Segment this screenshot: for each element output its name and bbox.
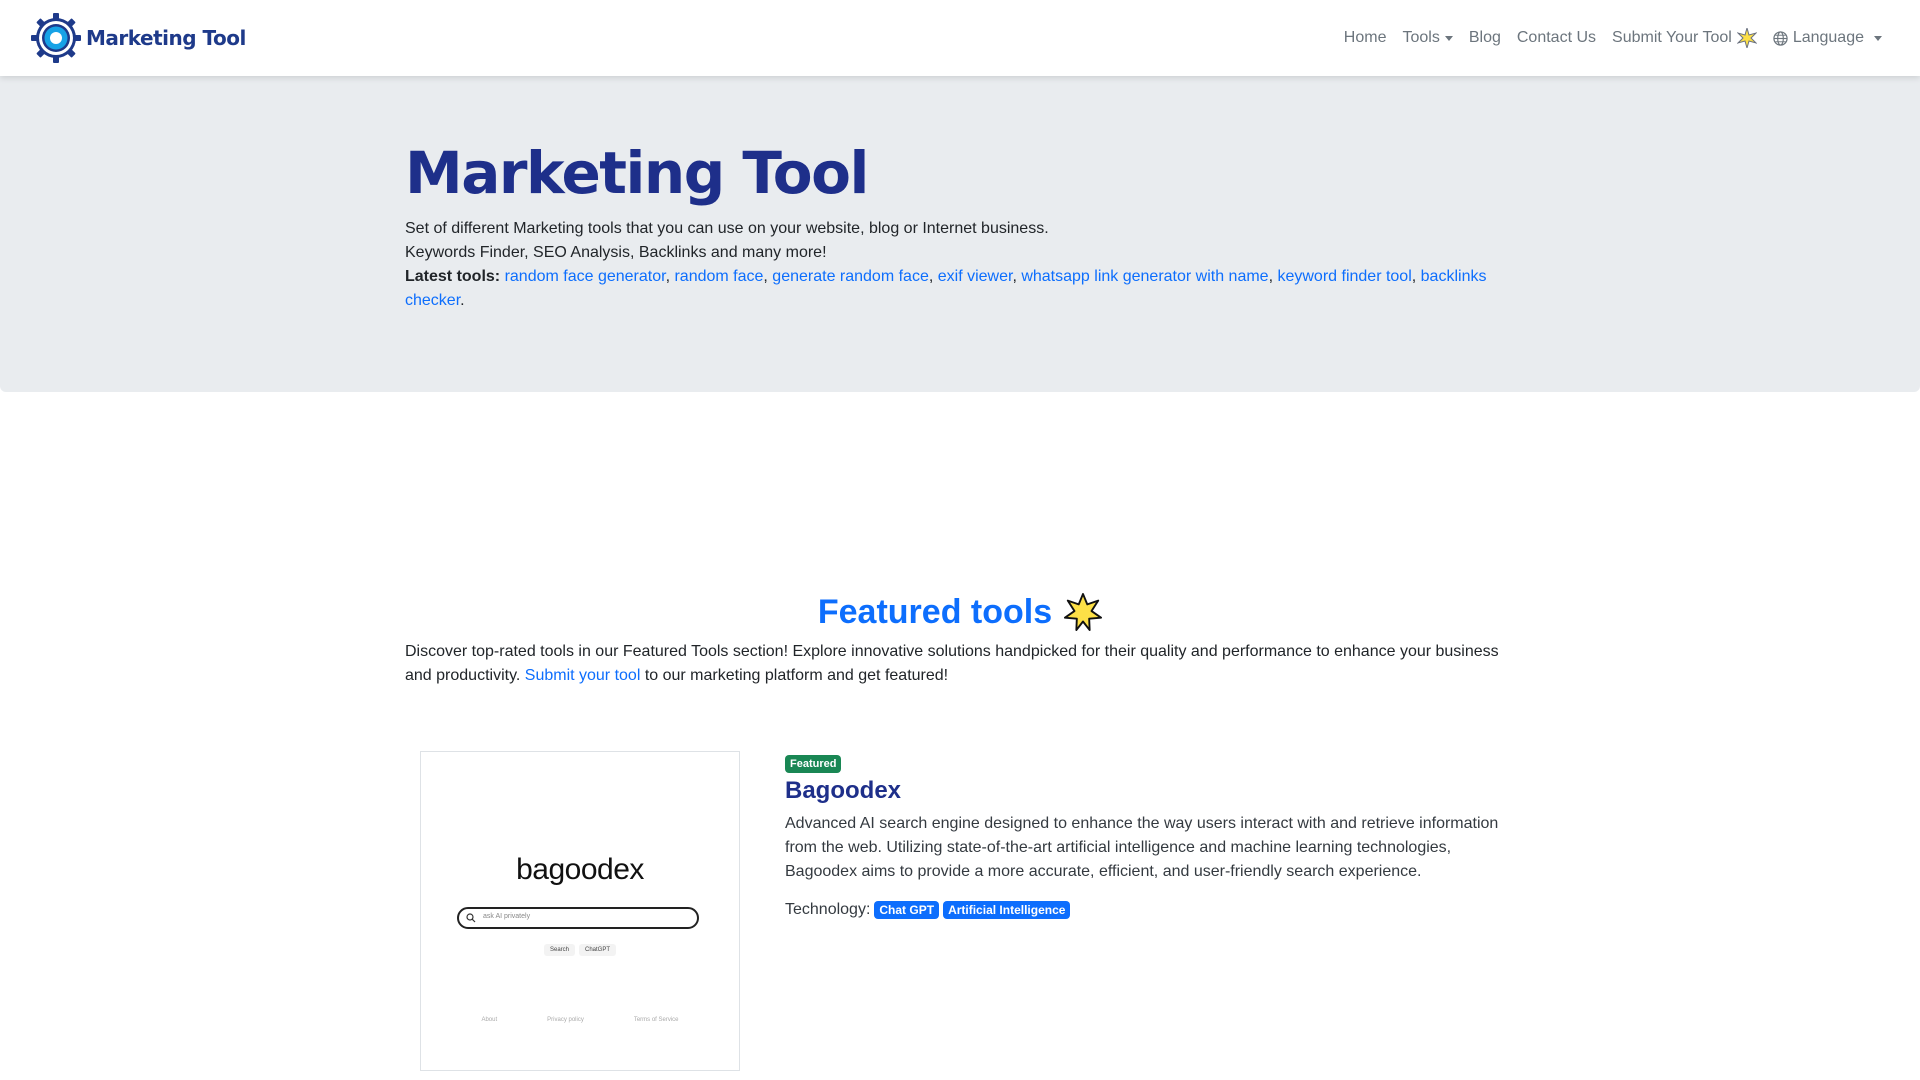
gear-logo-icon (31, 13, 81, 63)
star-burst-icon (1064, 593, 1103, 631)
screenshot-logo: bagoodex (516, 853, 644, 886)
screenshot-footer-link: About (481, 1017, 498, 1023)
nav-contact-label: Contact Us (1516, 29, 1597, 46)
hero-section: Marketing Tool Set of different Marketin… (0, 76, 1920, 392)
nav-language-dropdown[interactable]: Language (1773, 29, 1882, 47)
globe-icon (1773, 30, 1788, 46)
nav-blog-label: Blog (1468, 29, 1501, 46)
screenshot-footer-link: Terms of Service (633, 1017, 679, 1023)
hero-description: Set of different Marketing tools that yo… (405, 220, 1487, 309)
nav-blog-link[interactable]: Blog (1469, 29, 1501, 47)
nav-submit-tool-link[interactable]: Submit Your Tool (1612, 28, 1757, 48)
tech-badge-chat-gpt[interactable]: Chat GPT (874, 901, 940, 919)
technology-row: Technology: Chat GPT Artificial Intellig… (785, 901, 1071, 919)
latest-tool-link[interactable]: random face (674, 268, 763, 285)
nav-home-label: Home (1343, 29, 1387, 46)
brand-logo-link[interactable]: Marketing Tool (30, 12, 246, 64)
tool-description: Advanced AI search engine designed to en… (785, 815, 1499, 880)
screenshot-footer-link: Privacy policy (547, 1017, 584, 1023)
latest-tool-link[interactable]: random face generator (505, 268, 666, 285)
screenshot-search-button: Search (543, 944, 575, 956)
nav-submit-label: Submit Your Tool (1612, 29, 1732, 46)
nav-tools-dropdown[interactable]: Tools (1402, 29, 1453, 47)
screenshot-search-box: ask AI privately (457, 907, 699, 929)
tool-name-link[interactable]: Bagoodex (785, 776, 901, 806)
brand-name: Marketing Tool (86, 26, 246, 50)
hero-line-2: Keywords Finder, SEO Analysis, Backlinks… (405, 244, 827, 261)
latest-tools-label: Latest tools: (405, 268, 501, 285)
latest-tool-link[interactable]: whatsapp link generator with name (1021, 268, 1268, 285)
screenshot-buttons: Search ChatGPT (421, 944, 739, 956)
tech-badge-artificial-intelligence[interactable]: Artificial Intelligence (943, 901, 1071, 919)
chevron-down-icon (1874, 35, 1882, 41)
tool-screenshot-image[interactable]: bagoodex ask AI privately Search ChatGPT… (420, 751, 740, 1071)
screenshot-footer: About Privacy policy Terms of Service (421, 1017, 739, 1023)
featured-badge: Featured (785, 755, 842, 773)
search-icon (466, 913, 476, 923)
nav-home-link[interactable]: Home (1344, 29, 1387, 47)
latest-tool-link[interactable]: keyword finder tool (1277, 268, 1411, 285)
technology-label: Technology: (785, 901, 871, 918)
submit-your-tool-link[interactable]: Submit your tool (525, 667, 641, 684)
main-nav: Home Tools Blog Contact Us Submit Your T… (1328, 0, 1882, 76)
hero-title: Marketing Tool (405, 139, 869, 207)
chevron-down-icon (1444, 35, 1453, 41)
screenshot-search-placeholder: ask AI privately (483, 913, 531, 920)
featured-tools-title: Featured tools (817, 593, 1053, 631)
nav-language-label: Language (1792, 29, 1864, 46)
sparkle-icon (1736, 28, 1757, 48)
latest-tool-link[interactable]: generate random face (772, 268, 929, 285)
featured-desc-text-end: to our marketing platform and get featur… (640, 667, 949, 684)
featured-description: Discover top-rated tools in our Featured… (405, 640, 1515, 688)
navbar: Marketing Tool Home Tools Blog Contact U… (0, 0, 1920, 76)
featured-tools-heading: Featured tools (0, 588, 1920, 636)
nav-contact-link[interactable]: Contact Us (1517, 29, 1596, 47)
hero-line-1: Set of different Marketing tools that yo… (405, 220, 1049, 237)
screenshot-chatgpt-button: ChatGPT (579, 944, 617, 956)
latest-tool-link[interactable]: exif viewer (938, 268, 1013, 285)
nav-tools-label: Tools (1402, 29, 1440, 46)
